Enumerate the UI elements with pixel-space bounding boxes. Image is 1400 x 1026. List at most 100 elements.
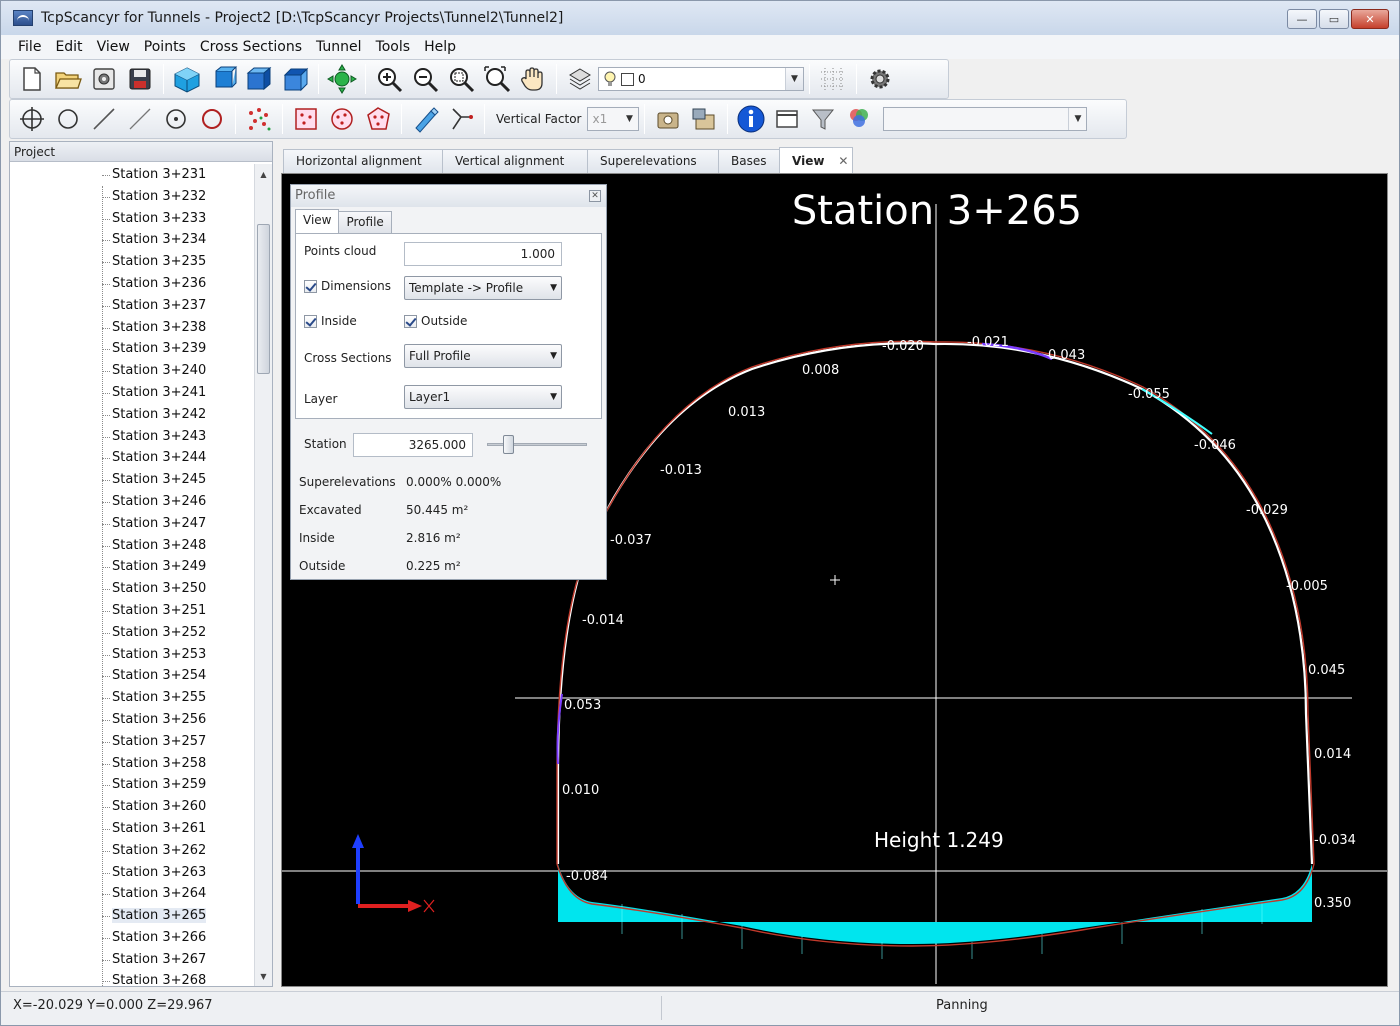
view-front-button[interactable]: [206, 63, 240, 95]
station-slider-track[interactable]: [487, 443, 587, 446]
tree-item-station[interactable]: Station 3+242: [10, 404, 254, 426]
tree-item-station[interactable]: Station 3+256: [10, 709, 254, 731]
colors-button[interactable]: [842, 103, 876, 135]
tree-item-station[interactable]: Station 3+262: [10, 840, 254, 862]
save-button[interactable]: [123, 63, 157, 95]
point-tool-button[interactable]: [15, 103, 49, 135]
settings-file-button[interactable]: [87, 63, 121, 95]
open-folder-button[interactable]: [51, 63, 85, 95]
tree-item-station[interactable]: Station 3+257: [10, 731, 254, 753]
maximize-button[interactable]: ▭: [1319, 9, 1349, 29]
grid-button[interactable]: [816, 63, 850, 95]
menu-edit[interactable]: Edit: [48, 39, 89, 55]
scroll-down-icon[interactable]: ▼: [255, 968, 272, 984]
inside-checkbox[interactable]: Inside: [304, 314, 357, 328]
tree-item-station[interactable]: Station 3+232: [10, 186, 254, 208]
layer-combo[interactable]: 0 ▼: [598, 67, 804, 91]
menu-file[interactable]: File: [11, 39, 48, 55]
tab-bases[interactable]: Bases: [718, 149, 780, 173]
polygon-select-button[interactable]: [361, 103, 395, 135]
layer-select[interactable]: Layer1 ▼: [404, 385, 562, 409]
tab-horizontal-alignment[interactable]: Horizontal alignment: [283, 149, 443, 173]
orbit-button[interactable]: [325, 63, 359, 95]
tree-item-station[interactable]: Station 3+247: [10, 513, 254, 535]
tree-item-station[interactable]: Station 3+266: [10, 927, 254, 949]
scroll-up-icon[interactable]: ▲: [255, 166, 272, 182]
minimize-button[interactable]: —: [1287, 9, 1317, 29]
station-input[interactable]: 3265.000: [353, 433, 473, 457]
tree-item-station[interactable]: Station 3+258: [10, 753, 254, 775]
tree-item-station[interactable]: Station 3+264: [10, 883, 254, 905]
menu-points[interactable]: Points: [137, 39, 193, 55]
dimensions-checkbox[interactable]: Dimensions: [304, 279, 391, 293]
window-button[interactable]: [770, 103, 804, 135]
tree-item-station[interactable]: Station 3+244: [10, 447, 254, 469]
tree-item-station[interactable]: Station 3+246: [10, 491, 254, 513]
menu-help[interactable]: Help: [417, 39, 463, 55]
tree-item-station[interactable]: Station 3+248: [10, 535, 254, 557]
tree-item-station[interactable]: Station 3+252: [10, 622, 254, 644]
new-file-button[interactable]: [15, 63, 49, 95]
zoom-extents-button[interactable]: [480, 63, 514, 95]
dimension-button[interactable]: [444, 103, 478, 135]
filter-button[interactable]: [806, 103, 840, 135]
tree-item-station[interactable]: Station 3+243: [10, 426, 254, 448]
tree-item-station[interactable]: Station 3+241: [10, 382, 254, 404]
import-button[interactable]: [687, 103, 721, 135]
tab-superelevations[interactable]: Superelevations: [587, 149, 719, 173]
tab-view[interactable]: View ✕: [779, 147, 853, 173]
menu-tools[interactable]: Tools: [369, 39, 418, 55]
tree-item-station[interactable]: Station 3+236: [10, 273, 254, 295]
tree-item-station[interactable]: Station 3+259: [10, 774, 254, 796]
menu-cross-sections[interactable]: Cross Sections: [193, 39, 309, 55]
circle-select-button[interactable]: [325, 103, 359, 135]
circle-tool-button[interactable]: [51, 103, 85, 135]
menu-view[interactable]: View: [90, 39, 137, 55]
tree-item-station[interactable]: Station 3+235: [10, 251, 254, 273]
center-circle-tool-button[interactable]: [159, 103, 193, 135]
rect-select-button[interactable]: [289, 103, 323, 135]
tree-item-station[interactable]: Station 3+237: [10, 295, 254, 317]
checkbox-checked-icon[interactable]: [304, 279, 317, 293]
tree-item-station[interactable]: Station 3+265: [10, 905, 254, 927]
tree-item-station[interactable]: Station 3+249: [10, 556, 254, 578]
zoom-in-button[interactable]: [372, 63, 406, 95]
tree-item-station[interactable]: Station 3+231: [10, 164, 254, 186]
tree-item-station[interactable]: Station 3+245: [10, 469, 254, 491]
points-cloud-input[interactable]: 1.000: [404, 242, 562, 266]
menu-tunnel[interactable]: Tunnel: [309, 39, 369, 55]
station-slider-thumb[interactable]: [503, 435, 514, 454]
tree-scrollbar[interactable]: ▲ ▼: [254, 164, 272, 986]
pan-button[interactable]: [516, 63, 550, 95]
view-side-button[interactable]: [242, 63, 276, 95]
tree-item-station[interactable]: Station 3+263: [10, 862, 254, 884]
tree-item-station[interactable]: Station 3+251: [10, 600, 254, 622]
tree-item-station[interactable]: Station 3+260: [10, 796, 254, 818]
dimensions-select[interactable]: Template -> Profile ▼: [404, 276, 562, 300]
tree-item-station[interactable]: Station 3+267: [10, 949, 254, 971]
zoom-window-button[interactable]: [444, 63, 478, 95]
tree-item-station[interactable]: Station 3+238: [10, 317, 254, 339]
zoom-out-button[interactable]: [408, 63, 442, 95]
circle-red-tool-button[interactable]: [195, 103, 229, 135]
tree-item-station[interactable]: Station 3+268: [10, 970, 254, 986]
profile-panel-header[interactable]: Profile ✕: [291, 185, 606, 207]
tab-vertical-alignment[interactable]: Vertical alignment: [442, 149, 588, 173]
scatter-points-button[interactable]: [242, 103, 276, 135]
info-button[interactable]: [734, 103, 768, 135]
tree-item-station[interactable]: Station 3+239: [10, 338, 254, 360]
export-button[interactable]: [651, 103, 685, 135]
tab-view-settings[interactable]: View: [295, 209, 340, 233]
color-mode-combo[interactable]: ▼: [883, 107, 1088, 131]
outside-checkbox[interactable]: Outside: [404, 314, 467, 328]
line-tool-button[interactable]: [87, 103, 121, 135]
tree-item-station[interactable]: Station 3+255: [10, 687, 254, 709]
tab-profile[interactable]: Profile: [338, 211, 392, 233]
checkbox-checked-icon[interactable]: [404, 314, 417, 328]
tree-item-station[interactable]: Station 3+254: [10, 665, 254, 687]
tree-item-station[interactable]: Station 3+233: [10, 208, 254, 230]
close-panel-icon[interactable]: ✕: [589, 190, 601, 202]
polyline-tool-button[interactable]: [123, 103, 157, 135]
tree-item-station[interactable]: Station 3+234: [10, 229, 254, 251]
view-top-button[interactable]: [278, 63, 312, 95]
